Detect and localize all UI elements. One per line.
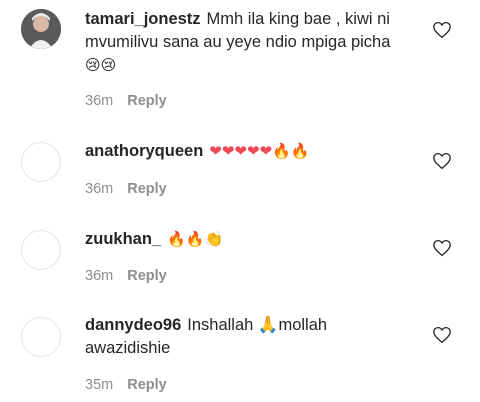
comment-time: 36m [85,268,114,284]
reply-button[interactable]: Reply [127,268,167,284]
comment-username[interactable]: zuukhan_ [85,230,161,248]
comment-emoji: 😢😢 [85,56,117,74]
comment-time: 35m [85,377,114,393]
comment-time: 36m [85,181,114,197]
heart-outline-icon[interactable] [432,239,452,257]
reply-button[interactable]: Reply [127,181,167,197]
avatar[interactable] [21,230,61,270]
reply-button[interactable]: Reply [127,377,167,393]
heart-outline-icon[interactable] [432,326,452,344]
comment-body: tamari_jonestz Mmh ila king bae , kiwi ni… [85,8,420,77]
reply-button[interactable]: Reply [127,93,167,109]
comment-body: anathoryqueen ❤❤❤❤❤🔥🔥 [85,140,420,163]
avatar[interactable] [21,142,61,182]
avatar[interactable] [21,317,61,357]
comment-username[interactable]: dannydeo96 [85,316,181,334]
heart-outline-icon[interactable] [432,152,452,170]
comment-emoji: ❤❤❤❤❤🔥🔥 [209,142,310,160]
comment-meta: 36m Reply [85,268,167,284]
comment-meta: 35m Reply [85,377,167,393]
comment-body: dannydeo96 Inshallah 🙏mollah awazidishie [85,314,365,360]
heart-outline-icon[interactable] [432,21,452,39]
avatar[interactable] [21,9,61,49]
comment-username[interactable]: anathoryqueen [85,142,203,160]
comment-meta: 36m Reply [85,181,167,197]
comment-time: 36m [85,93,114,109]
comment-username[interactable]: tamari_jonestz [85,10,201,28]
comment-body: zuukhan_ 🔥🔥👏 [85,228,420,251]
user-photo-icon [21,9,61,49]
comment-emoji: 🔥🔥👏 [167,230,224,248]
comment-meta: 36m Reply [85,93,167,109]
